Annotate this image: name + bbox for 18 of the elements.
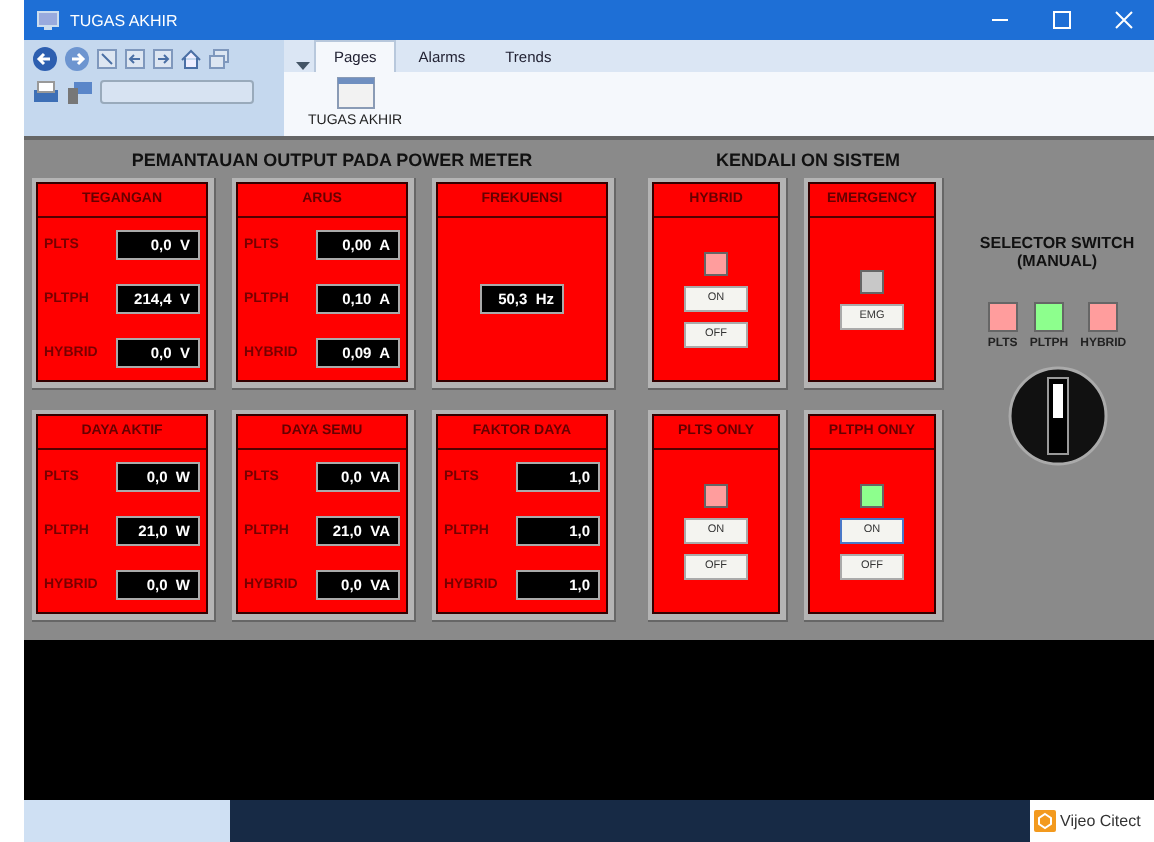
back-icon[interactable]	[32, 46, 58, 72]
selector-knob[interactable]	[1007, 366, 1107, 466]
arrow-right-icon[interactable]	[152, 48, 174, 70]
home-icon[interactable]	[180, 48, 202, 70]
location-field[interactable]	[100, 80, 254, 104]
printer-icon[interactable]	[32, 80, 60, 104]
section-title: PEMANTAUAN OUTPUT PADA POWER METER	[129, 148, 535, 174]
forward-icon[interactable]	[64, 46, 90, 72]
computer-icon[interactable]	[66, 80, 94, 104]
section-title: KENDALI ON SISTEM	[713, 148, 902, 174]
windows-icon[interactable]	[208, 48, 230, 70]
close-icon[interactable]	[1114, 10, 1134, 30]
window-title: TUGAS AKHIR	[70, 11, 178, 29]
selector-title: SELECTOR SWITCH (MANUAL)	[979, 234, 1135, 270]
brand-name: Vijeo Citect	[1060, 812, 1141, 830]
maximize-icon[interactable]	[1052, 10, 1072, 30]
arrow-left-icon[interactable]	[124, 48, 146, 70]
monitor-icon	[36, 9, 60, 31]
